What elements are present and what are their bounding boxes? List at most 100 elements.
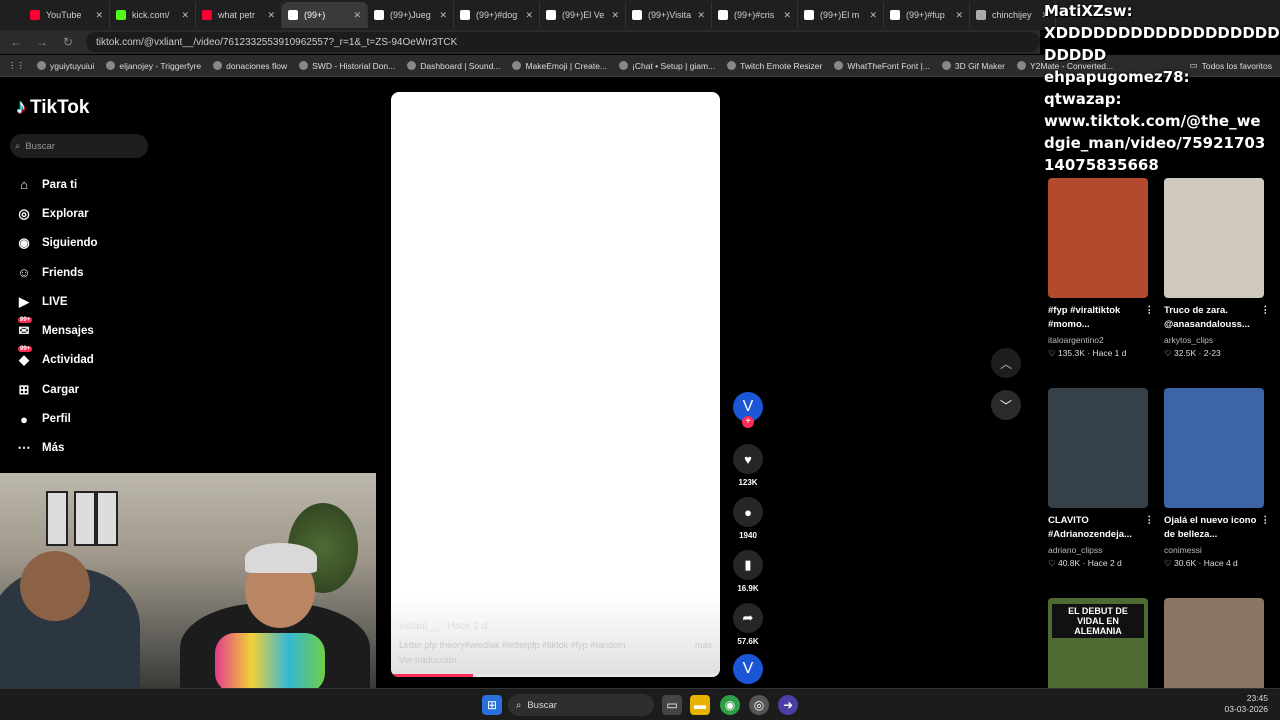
bookmark-item[interactable]: donaciones flow bbox=[213, 61, 287, 71]
sidebar-item-friends[interactable]: ☺ Friends bbox=[16, 258, 206, 287]
sidebar-item-actividad[interactable]: ◆ 99+ Actividad bbox=[16, 346, 206, 375]
save-button[interactable]: ▮ bbox=[733, 550, 763, 580]
more-options-icon[interactable]: ⋮ bbox=[1145, 514, 1155, 542]
tab-close-icon[interactable]: ✕ bbox=[611, 10, 619, 21]
video-progress-bar[interactable] bbox=[391, 674, 720, 677]
video-player[interactable]: vxliant__ · Hace 2 d Letter pfp theory#w… bbox=[391, 92, 720, 677]
sidebar-nav: ⌂ Para ti ◎ Explorar ◉ Siguiendo ☺ Friends ▶ LIVE… bbox=[16, 170, 206, 463]
browser-tab[interactable]: (99+) ✕ bbox=[282, 2, 368, 28]
sidebar-item-cargar[interactable]: ⊞ Cargar bbox=[16, 375, 206, 404]
related-video-card[interactable]: #fyp #viraltiktok #momo... ⋮ italoargentin… bbox=[1048, 178, 1154, 359]
browser-tab[interactable]: (99+)#fup ✕ bbox=[884, 2, 970, 28]
bookmark-item[interactable]: ¡Chat • Setup | giam... bbox=[619, 61, 715, 71]
related-video-card[interactable]: CLAVITO #Adrianozendeja... ⋮ adriano_clips… bbox=[1048, 388, 1154, 569]
bookmark-item[interactable]: eljanojey - Triggerfyre bbox=[106, 61, 201, 71]
caption-more-link[interactable]: más bbox=[695, 640, 712, 650]
apps-icon[interactable]: ⋮⋮ bbox=[8, 60, 25, 71]
upload-icon: ⊞ bbox=[18, 381, 30, 397]
clock-time: 23:45 bbox=[1246, 693, 1268, 703]
tab-close-icon[interactable]: ✕ bbox=[697, 10, 705, 21]
tab-close-icon[interactable]: ✕ bbox=[869, 10, 877, 21]
browser-tab[interactable]: (99+)#cris ✕ bbox=[712, 2, 798, 28]
system-clock[interactable]: 23:45 03-03-2026 bbox=[1225, 693, 1268, 715]
video-thumbnail[interactable] bbox=[1048, 388, 1148, 508]
bookmark-item[interactable]: SWD - Historial Don... bbox=[299, 61, 395, 71]
bookmark-label: yguiytuyuiui bbox=[50, 60, 95, 71]
task-view-icon[interactable]: ▭ bbox=[662, 695, 682, 715]
bookmark-item[interactable]: 3D Gif Maker bbox=[941, 61, 1005, 71]
video-author[interactable]: conimessi bbox=[1164, 545, 1270, 555]
browser-tab[interactable]: (99+)Jueg ✕ bbox=[368, 2, 454, 28]
follow-plus-icon[interactable]: + bbox=[742, 416, 754, 428]
browser-tab[interactable]: (99+)Visita ✕ bbox=[626, 2, 712, 28]
creator-avatar[interactable]: V + bbox=[733, 392, 763, 428]
video-author[interactable]: vxliant__ · Hace 2 d bbox=[399, 621, 712, 632]
reload-icon[interactable]: ↻ bbox=[60, 35, 76, 49]
bookmark-item[interactable]: MakeEmoji | Create... bbox=[512, 61, 607, 71]
tab-close-icon[interactable]: ✕ bbox=[95, 10, 103, 21]
browser-tab[interactable]: YouTube ✕ bbox=[24, 2, 110, 28]
obs-icon[interactable]: ◎ bbox=[749, 695, 769, 715]
browser-tab[interactable]: (99+)El m ✕ bbox=[798, 2, 884, 28]
sidebar-item-siguiendo[interactable]: ◉ Siguiendo bbox=[16, 229, 206, 258]
sidebar-item-perfil[interactable]: ● Perfil bbox=[16, 404, 206, 433]
video-thumbnail[interactable]: EL DEBUT DE VIDAL EN ALEMANIA bbox=[1048, 598, 1148, 688]
more-options-icon[interactable]: ⋮ bbox=[1261, 304, 1271, 332]
tab-close-icon[interactable]: ✕ bbox=[181, 10, 189, 21]
video-thumbnail[interactable] bbox=[1164, 598, 1264, 688]
file-explorer-icon[interactable]: ▬ bbox=[690, 695, 710, 715]
back-icon[interactable]: ← bbox=[8, 35, 24, 49]
browser-tab[interactable]: kick.com/ ✕ bbox=[110, 2, 196, 28]
browser-tab[interactable]: (99+)El Ve ✕ bbox=[540, 2, 626, 28]
video-thumbnail[interactable] bbox=[1048, 178, 1148, 298]
translate-link[interactable]: Ver traducción bbox=[399, 655, 712, 665]
windows-start-icon[interactable]: ⊞ bbox=[482, 695, 502, 715]
comment-button[interactable]: ● bbox=[733, 497, 763, 527]
bookmark-item[interactable]: yguiytuyuiui bbox=[37, 61, 94, 71]
search-input[interactable]: ⌕ Buscar bbox=[10, 134, 148, 158]
browser-tab[interactable]: what petr ✕ bbox=[196, 2, 282, 28]
tab-close-icon[interactable]: ✕ bbox=[525, 10, 533, 21]
related-video-card[interactable]: EL DEBUT DE VIDAL EN ALEMANIA bbox=[1048, 598, 1154, 688]
music-disc[interactable]: V bbox=[733, 654, 763, 684]
more-options-icon[interactable]: ⋮ bbox=[1261, 514, 1271, 542]
chrome-icon[interactable]: ◉ bbox=[720, 695, 740, 715]
video-author[interactable]: italoargentino2 bbox=[1048, 335, 1154, 345]
url-field[interactable]: tiktok.com/@vxliant__/video/761233255391… bbox=[86, 32, 1040, 52]
bookmark-item[interactable]: WhatTheFont Font |... bbox=[834, 61, 930, 71]
related-video-card[interactable]: Ojalá el nuevo icono de belleza... ⋮ conim… bbox=[1164, 388, 1270, 569]
sidebar-item-mensajes[interactable]: ✉ 99+ Mensajes bbox=[16, 316, 206, 345]
browser-tab[interactable]: (99+)#dog ✕ bbox=[454, 2, 540, 28]
tab-close-icon[interactable]: ✕ bbox=[267, 10, 275, 21]
sidebar-item-más[interactable]: ⋯ Más bbox=[16, 434, 206, 463]
bookmark-favicon-icon bbox=[213, 61, 223, 70]
tiktok-logo[interactable]: ♪ TikTok bbox=[16, 96, 89, 119]
sidebar-item-live[interactable]: ▶ LIVE bbox=[16, 287, 206, 316]
tab-close-icon[interactable]: ✕ bbox=[955, 10, 963, 21]
tab-close-icon[interactable]: ✕ bbox=[439, 10, 447, 21]
like-button[interactable]: ♥ bbox=[733, 444, 763, 474]
bookmark-item[interactable]: Dashboard | Sound... bbox=[407, 61, 500, 71]
sidebar-item-explorar[interactable]: ◎ Explorar bbox=[16, 199, 206, 228]
video-title-row: #fyp #viraltiktok #momo... ⋮ bbox=[1048, 304, 1154, 332]
bookmark-label: Twitch Emote Resizer bbox=[740, 60, 823, 71]
video-thumbnail[interactable] bbox=[1164, 178, 1264, 298]
related-video-card[interactable] bbox=[1164, 598, 1270, 688]
video-author[interactable]: adriano_clipss bbox=[1048, 545, 1154, 555]
more-icon: ⋯ bbox=[17, 440, 31, 456]
next-video-button[interactable]: ﹀ bbox=[991, 390, 1021, 420]
bookmark-item[interactable]: Twitch Emote Resizer bbox=[727, 61, 822, 71]
sidebar-item-para-ti[interactable]: ⌂ Para ti bbox=[16, 170, 206, 199]
previous-video-button[interactable]: ︿ bbox=[991, 348, 1021, 378]
forward-icon[interactable]: → bbox=[34, 35, 50, 49]
video-author[interactable]: arkytos_clips bbox=[1164, 335, 1270, 345]
app-icon[interactable]: ➜ bbox=[778, 695, 798, 715]
related-video-card[interactable]: Truco de zara. @anasandalouss... ⋮ arkytos… bbox=[1164, 178, 1270, 359]
more-options-icon[interactable]: ⋮ bbox=[1145, 304, 1155, 332]
share-button[interactable]: ➦ bbox=[733, 603, 763, 633]
video-thumbnail[interactable] bbox=[1164, 388, 1264, 508]
tab-close-icon[interactable]: ✕ bbox=[783, 10, 791, 21]
video-meta: vxliant__ · Hace 2 d Letter pfp theory#w… bbox=[399, 621, 712, 665]
taskbar-search[interactable]: ⌕ Buscar bbox=[508, 694, 654, 716]
tab-close-icon[interactable]: ✕ bbox=[353, 10, 361, 21]
